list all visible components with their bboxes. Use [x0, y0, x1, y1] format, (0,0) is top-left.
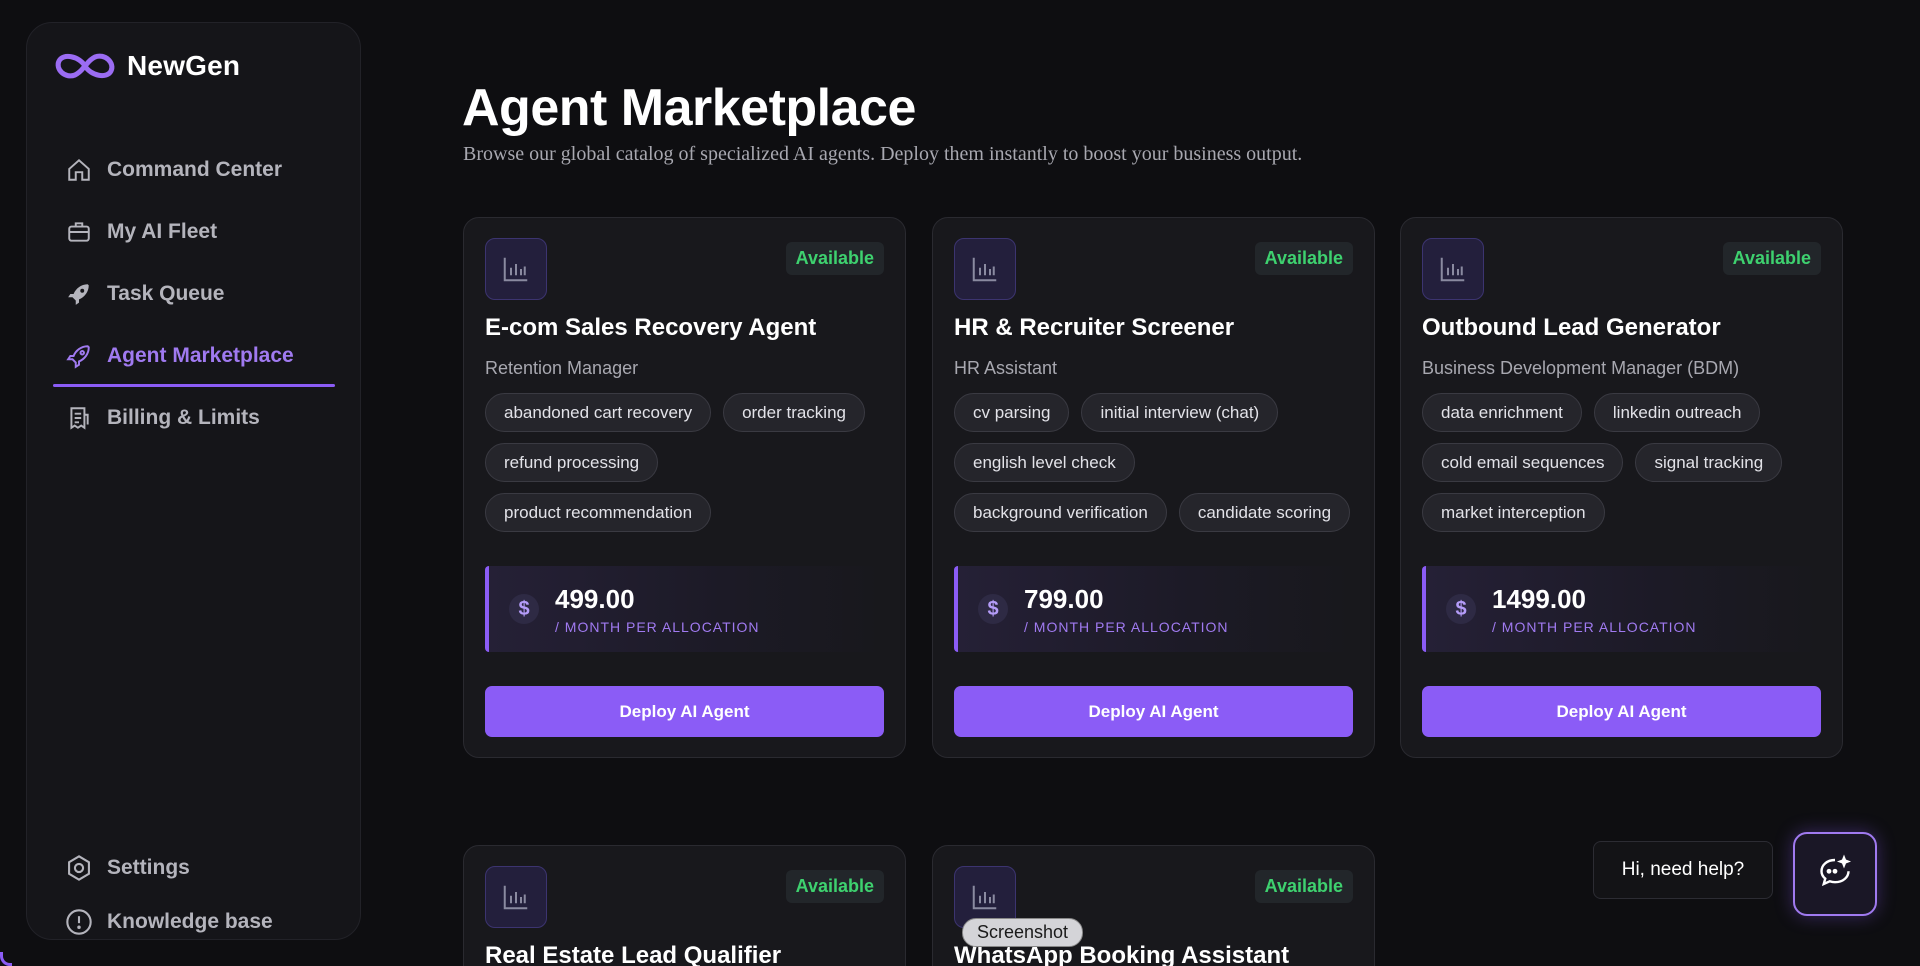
- nav-label: Task Queue: [107, 282, 225, 305]
- tag-list: abandoned cart recovery order tracking r…: [485, 393, 884, 532]
- agent-name: E-com Sales Recovery Agent: [485, 314, 817, 341]
- dollar-icon: $: [1446, 594, 1476, 624]
- receipt-icon: [65, 404, 93, 432]
- price-value: 799.00: [1024, 583, 1104, 614]
- nav-item-billing-limits[interactable]: Billing & Limits: [53, 387, 335, 449]
- info-icon: [65, 908, 93, 936]
- settings-icon: [65, 854, 93, 882]
- deploy-ai-agent-button[interactable]: Deploy AI Agent: [954, 686, 1353, 737]
- nav-label: Billing & Limits: [107, 406, 260, 429]
- tag: cv parsing: [954, 393, 1070, 432]
- nav-label: Knowledge base: [107, 910, 273, 933]
- nav-label: My AI Fleet: [107, 220, 218, 243]
- agent-card: Available HR & Recruiter Screener HR Ass…: [932, 217, 1375, 758]
- nav-label: Settings: [107, 856, 190, 879]
- dollar-icon: $: [978, 594, 1008, 624]
- tag: order tracking: [723, 393, 865, 432]
- tag: cold email sequences: [1422, 443, 1624, 482]
- tag: linkedin outreach: [1593, 393, 1761, 432]
- price-value: 1499.00: [1492, 583, 1586, 614]
- tag: candidate scoring: [1178, 493, 1351, 532]
- nav-item-task-queue[interactable]: Task Queue: [53, 263, 335, 325]
- nav-item-agent-marketplace[interactable]: Agent Marketplace: [53, 325, 335, 387]
- bar-chart-icon: [485, 238, 547, 300]
- screenshot-tooltip: Screenshot: [962, 918, 1084, 947]
- tag: market interception: [1422, 493, 1605, 532]
- page-subtitle: Browse our global catalog of specialized…: [463, 143, 1303, 165]
- deploy-ai-agent-button[interactable]: Deploy AI Agent: [1422, 686, 1821, 737]
- tag: product recommendation: [485, 493, 712, 532]
- price-unit: / MONTH PER ALLOCATION: [1024, 618, 1229, 635]
- brand[interactable]: NewGen: [53, 49, 240, 83]
- price-box: $ 799.00 / MONTH PER ALLOCATION: [954, 566, 1353, 652]
- chat-sparkle-icon: [1817, 853, 1853, 895]
- tag: refund processing: [485, 443, 659, 482]
- agent-card: Available Outbound Lead Generator Busine…: [1400, 217, 1843, 758]
- infinity-logo-icon: [53, 49, 117, 83]
- rocket-outline-icon: [65, 342, 93, 370]
- tag: initial interview (chat): [1081, 393, 1279, 432]
- price-box: $ 1499.00 / MONTH PER ALLOCATION: [1422, 566, 1821, 652]
- tag: background verification: [954, 493, 1167, 532]
- home-icon: [65, 156, 93, 184]
- bar-chart-icon: [485, 866, 547, 928]
- tag-list: data enrichment linkedin outreach cold e…: [1422, 393, 1821, 532]
- briefcase-icon: [65, 218, 93, 246]
- rocket-icon: [65, 280, 93, 308]
- nav-item-settings[interactable]: Settings: [39, 841, 273, 895]
- sidebar: NewGen Command Center My AI Fleet Task Q…: [26, 22, 361, 940]
- window-corner-accent: [0, 952, 12, 966]
- tag: english level check: [954, 443, 1135, 482]
- status-badge: Available: [1722, 242, 1821, 275]
- deploy-ai-agent-button[interactable]: Deploy AI Agent: [485, 686, 884, 737]
- nav-label: Command Center: [107, 158, 283, 181]
- tag: data enrichment: [1422, 393, 1582, 432]
- main-nav: Command Center My AI Fleet Task Queue Ag…: [53, 139, 335, 449]
- dollar-icon: $: [509, 594, 539, 624]
- nav-label: Agent Marketplace: [107, 344, 294, 367]
- agent-name: HR & Recruiter Screener: [954, 314, 1235, 341]
- agent-role: Business Development Manager (BDM): [1422, 358, 1740, 378]
- status-badge: Available: [1254, 870, 1353, 903]
- tag-list: cv parsing initial interview (chat) engl…: [954, 393, 1353, 532]
- status-badge: Available: [785, 242, 884, 275]
- status-badge: Available: [1254, 242, 1353, 275]
- bar-chart-icon: [1422, 238, 1484, 300]
- brand-name: NewGen: [127, 50, 241, 81]
- tag: abandoned cart recovery: [485, 393, 712, 432]
- agent-name: Real Estate Lead Qualifier: [485, 942, 782, 966]
- price-unit: / MONTH PER ALLOCATION: [1492, 618, 1697, 635]
- help-bubble[interactable]: Hi, need help?: [1593, 841, 1773, 899]
- chat-support-button[interactable]: [1793, 832, 1877, 916]
- price-box: $ 499.00 / MONTH PER ALLOCATION: [485, 566, 884, 652]
- agent-card: Available E-com Sales Recovery Agent Ret…: [463, 217, 906, 758]
- nav-item-knowledge-base[interactable]: Knowledge base: [39, 895, 273, 949]
- price-value: 499.00: [555, 583, 635, 614]
- price-unit: / MONTH PER ALLOCATION: [555, 618, 760, 635]
- nav-item-command-center[interactable]: Command Center: [53, 139, 335, 201]
- nav-item-my-ai-fleet[interactable]: My AI Fleet: [53, 201, 335, 263]
- tag: signal tracking: [1635, 443, 1783, 482]
- agent-name: Outbound Lead Generator: [1422, 314, 1721, 341]
- agent-role: HR Assistant: [954, 358, 1058, 378]
- status-badge: Available: [785, 870, 884, 903]
- page-title: Agent Marketplace: [462, 79, 916, 137]
- agent-card: Available Real Estate Lead Qualifier: [463, 845, 906, 966]
- secondary-nav: Settings Knowledge base: [65, 841, 273, 949]
- bar-chart-icon: [954, 238, 1016, 300]
- agent-role: Retention Manager: [485, 358, 639, 378]
- agent-card: Available WhatsApp Booking Assistant: [932, 845, 1375, 966]
